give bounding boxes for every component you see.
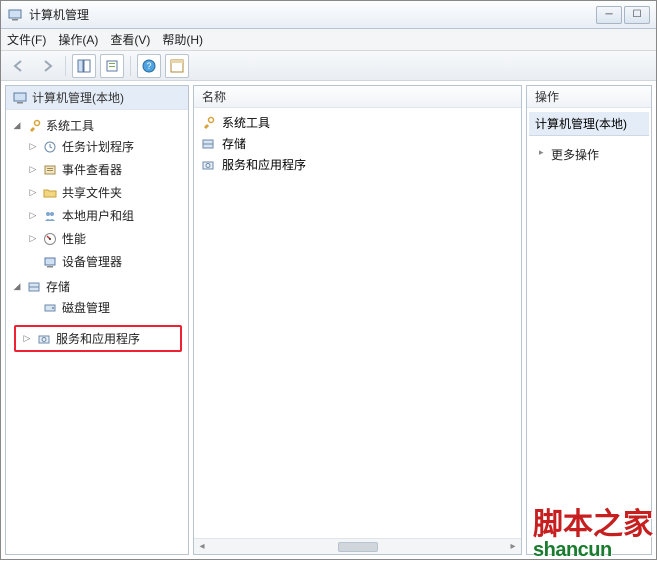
app-window: 计算机管理 ─ ☐ 文件(F) 操作(A) 查看(V) 帮助(H) ? 计算机管… xyxy=(0,0,657,560)
tree-pane: 计算机管理(本地) ◢ 系统工具 ▷ 任 xyxy=(5,85,189,555)
tree-label: 任务计划程序 xyxy=(62,138,134,155)
list-label: 服务和应用程序 xyxy=(222,156,306,173)
menu-file[interactable]: 文件(F) xyxy=(7,31,46,48)
tree-label: 事件查看器 xyxy=(62,161,122,178)
show-hide-tree-button[interactable] xyxy=(72,54,96,78)
services-icon xyxy=(36,331,52,347)
menu-view[interactable]: 查看(V) xyxy=(110,31,150,48)
collapse-icon[interactable]: ◢ xyxy=(12,120,22,131)
highlighted-item: ▷ 服务和应用程序 xyxy=(14,325,182,352)
disk-icon xyxy=(42,300,58,316)
computer-icon xyxy=(12,90,28,106)
menu-action[interactable]: 操作(A) xyxy=(58,31,98,48)
maximize-button[interactable]: ☐ xyxy=(624,6,650,24)
titlebar: 计算机管理 ─ ☐ xyxy=(1,1,656,29)
minimize-button[interactable]: ─ xyxy=(596,6,622,24)
expand-icon[interactable]: ▷ xyxy=(28,141,38,152)
expand-icon[interactable]: ▷ xyxy=(28,233,38,244)
toolbar-separator xyxy=(65,56,66,76)
actions-header: 操作 xyxy=(527,86,651,108)
show-actions-button[interactable] xyxy=(165,54,189,78)
toolbar: ? xyxy=(1,51,656,81)
tree-item-system-tools[interactable]: ◢ 系统工具 xyxy=(10,116,186,135)
help-button[interactable]: ? xyxy=(137,54,161,78)
svg-text:?: ? xyxy=(146,61,151,71)
tree-label: 服务和应用程序 xyxy=(56,330,140,347)
tree-item-shared-folders[interactable]: ▷ 共享文件夹 xyxy=(26,183,186,202)
folder-share-icon xyxy=(42,185,58,201)
column-label: 名称 xyxy=(202,88,226,105)
expand-icon[interactable]: ▷ xyxy=(28,187,38,198)
expand-icon[interactable]: ▷ xyxy=(28,210,38,221)
menubar: 文件(F) 操作(A) 查看(V) 帮助(H) xyxy=(1,29,656,51)
list-body: 系统工具 存储 服务和应用程序 xyxy=(194,108,521,538)
storage-icon xyxy=(200,136,216,152)
tree-item-local-users[interactable]: ▷ 本地用户和组 xyxy=(26,206,186,225)
tree-item-task-scheduler[interactable]: ▷ 任务计划程序 xyxy=(26,137,186,156)
actions-body: 计算机管理(本地) 更多操作 xyxy=(527,108,651,554)
tree-item-services-apps[interactable]: ▷ 服务和应用程序 xyxy=(20,329,176,348)
tree-item-event-viewer[interactable]: ▷ 事件查看器 xyxy=(26,160,186,179)
scroll-thumb[interactable] xyxy=(338,542,378,552)
clock-icon xyxy=(42,139,58,155)
services-icon xyxy=(200,157,216,173)
app-icon xyxy=(7,7,23,23)
tree-label: 本地用户和组 xyxy=(62,207,134,224)
tree-item-device-manager[interactable]: 设备管理器 xyxy=(26,252,186,271)
column-header-name[interactable]: 名称 xyxy=(194,86,521,108)
actions-header-label: 操作 xyxy=(535,88,559,105)
tree-label: 存储 xyxy=(46,278,70,295)
nav-back-button[interactable] xyxy=(7,54,31,78)
storage-icon xyxy=(26,279,42,295)
tree-item-performance[interactable]: ▷ 性能 xyxy=(26,229,186,248)
tree-label: 设备管理器 xyxy=(62,253,122,270)
device-icon xyxy=(42,254,58,270)
horizontal-scrollbar[interactable]: ◂ ▸ xyxy=(194,538,521,554)
list-item-system-tools[interactable]: 系统工具 xyxy=(196,112,519,133)
actions-group-title: 计算机管理(本地) xyxy=(529,112,649,136)
tree-item-disk-management[interactable]: 磁盘管理 xyxy=(26,298,186,317)
collapse-icon[interactable]: ◢ xyxy=(12,281,22,292)
window-controls: ─ ☐ xyxy=(594,6,650,24)
tree-label: 磁盘管理 xyxy=(62,299,110,316)
event-icon xyxy=(42,162,58,178)
action-more[interactable]: 更多操作 xyxy=(537,142,641,167)
tools-icon xyxy=(26,118,42,134)
properties-button[interactable] xyxy=(100,54,124,78)
toolbar-separator xyxy=(130,56,131,76)
tree-label: 系统工具 xyxy=(46,117,94,134)
performance-icon xyxy=(42,231,58,247)
actions-group: 计算机管理(本地) 更多操作 xyxy=(529,112,649,173)
scroll-left-icon[interactable]: ◂ xyxy=(194,541,210,552)
tools-icon xyxy=(200,115,216,131)
action-label: 更多操作 xyxy=(551,148,599,162)
expand-icon[interactable]: ▷ xyxy=(22,333,32,344)
tree-label: 性能 xyxy=(62,230,86,247)
list-item-services-apps[interactable]: 服务和应用程序 xyxy=(196,154,519,175)
tree-body: ◢ 系统工具 ▷ 任务计划程序 ▷ xyxy=(6,110,188,554)
list-label: 存储 xyxy=(222,135,246,152)
content-area: 计算机管理(本地) ◢ 系统工具 ▷ 任 xyxy=(1,81,656,559)
nav-forward-button[interactable] xyxy=(35,54,59,78)
tree-root-label: 计算机管理(本地) xyxy=(32,89,124,106)
list-pane: 名称 系统工具 存储 服务和应用程序 ◂ ▸ xyxy=(193,85,522,555)
window-title: 计算机管理 xyxy=(29,6,89,23)
tree-item-storage[interactable]: ◢ 存储 xyxy=(10,277,186,296)
tree-label: 共享文件夹 xyxy=(62,184,122,201)
expand-icon[interactable]: ▷ xyxy=(28,164,38,175)
list-item-storage[interactable]: 存储 xyxy=(196,133,519,154)
list-label: 系统工具 xyxy=(222,114,270,131)
users-icon xyxy=(42,208,58,224)
menu-help[interactable]: 帮助(H) xyxy=(162,31,203,48)
actions-pane: 操作 计算机管理(本地) 更多操作 xyxy=(526,85,652,555)
scroll-right-icon[interactable]: ▸ xyxy=(505,541,521,552)
tree-root-header[interactable]: 计算机管理(本地) xyxy=(6,86,188,110)
